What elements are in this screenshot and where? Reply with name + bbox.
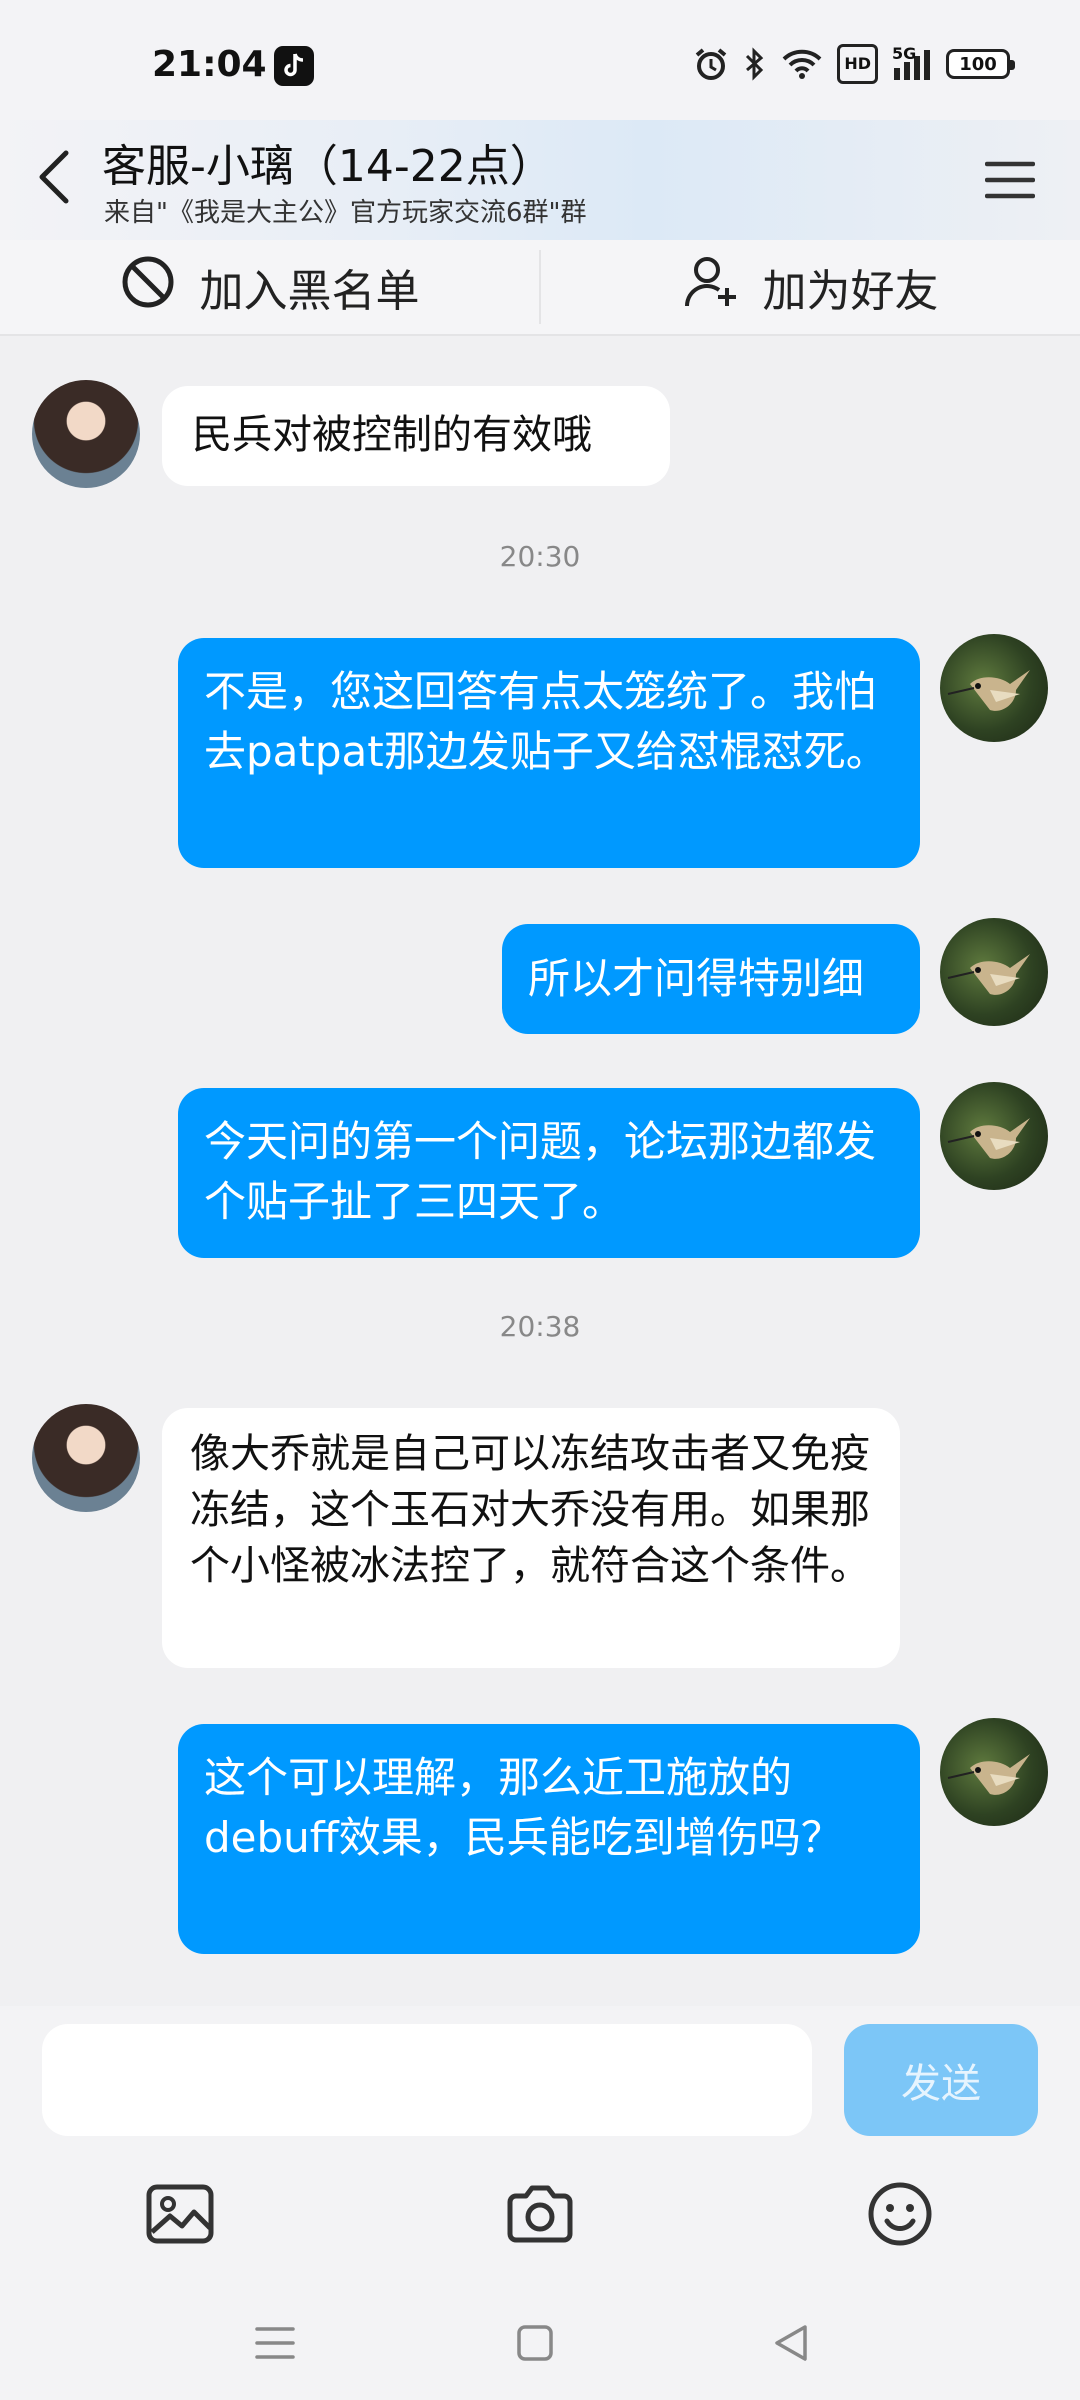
- avatar[interactable]: [940, 918, 1048, 1026]
- image-button[interactable]: [130, 2164, 230, 2264]
- system-navigation-bar: [0, 2286, 1080, 2400]
- add-friend-button[interactable]: 加为好友: [541, 240, 1080, 334]
- avatar[interactable]: [32, 380, 140, 488]
- composer-toolbar: [0, 2164, 1080, 2264]
- triangle-back-icon: [775, 2325, 807, 2361]
- hummingbird-icon: [947, 670, 1030, 711]
- bluetooth-icon: [743, 44, 767, 84]
- action-bar: 加入黑名单 加为好友: [0, 240, 1080, 336]
- chevron-left-icon: [39, 150, 69, 204]
- menu-button[interactable]: [980, 150, 1040, 210]
- smiley-icon: [868, 2182, 932, 2246]
- image-icon: [146, 2184, 214, 2244]
- chat-history[interactable]: 民兵对被控制的有效哦 20:30 不是，您这回答有点太笼统了。我怕去patpat…: [0, 336, 1080, 2006]
- chat-header: 客服-小璃（14-22点） 来自"《我是大主公》官方玩家交流6群"群: [0, 120, 1080, 240]
- tiktok-icon: [274, 46, 314, 86]
- recent-apps-button[interactable]: [240, 2308, 310, 2378]
- message-bubble-outgoing: 不是，您这回答有点太笼统了。我怕去patpat那边发贴子又给怼棍怼死。: [178, 638, 920, 868]
- chat-title: 客服-小璃（14-22点）: [102, 141, 554, 192]
- hd-icon: HD: [837, 44, 878, 84]
- network-label: 5G: [892, 44, 917, 63]
- message-bubble-incoming: 民兵对被控制的有效哦: [162, 386, 670, 486]
- message-bubble-outgoing: 这个可以理解，那么近卫施放的debuff效果，民兵能吃到增伤吗？: [178, 1724, 920, 1954]
- hamburger-menu-icon: [985, 161, 1035, 199]
- menu-lines-icon: [255, 2327, 295, 2359]
- block-label: 加入黑名单: [199, 266, 420, 317]
- emoji-button[interactable]: [850, 2164, 950, 2264]
- hummingbird-icon: [947, 954, 1030, 995]
- block-icon: [120, 254, 176, 321]
- camera-icon: [507, 2185, 573, 2243]
- camera-button[interactable]: [490, 2164, 590, 2264]
- message-input[interactable]: [42, 2024, 812, 2136]
- add-user-icon: [683, 254, 739, 321]
- avatar[interactable]: [32, 1404, 140, 1512]
- message-bubble-outgoing: 今天问的第一个问题，论坛那边都发个贴子扯了三四天了。: [178, 1088, 920, 1258]
- composer: 发送: [0, 2006, 1080, 2286]
- home-button[interactable]: [500, 2308, 570, 2378]
- send-button[interactable]: 发送: [844, 2024, 1038, 2136]
- block-button[interactable]: 加入黑名单: [0, 240, 539, 334]
- status-time: 21:04: [152, 44, 267, 85]
- timestamp: 20:30: [499, 540, 581, 573]
- add-friend-label: 加为好友: [762, 266, 939, 317]
- back-button[interactable]: [34, 142, 82, 212]
- avatar[interactable]: [940, 1718, 1048, 1826]
- hummingbird-icon: [947, 1754, 1030, 1795]
- status-icons: HD 5G 100: [693, 44, 1015, 84]
- hummingbird-icon: [947, 1118, 1030, 1159]
- signal-5g-icon: 5G: [892, 44, 932, 84]
- back-nav-button[interactable]: [756, 2308, 826, 2378]
- status-bar: 21:04 HD 5G 100: [0, 0, 1080, 120]
- battery-icon: 100: [946, 44, 1015, 84]
- avatar[interactable]: [940, 634, 1048, 742]
- avatar[interactable]: [940, 1082, 1048, 1190]
- wifi-icon: [781, 44, 823, 84]
- battery-level: 100: [946, 49, 1015, 79]
- square-icon: [517, 2325, 553, 2361]
- message-bubble-incoming: 像大乔就是自己可以冻结攻击者又免疫冻结，这个玉石对大乔没有用。如果那个小怪被冰法…: [162, 1408, 900, 1668]
- timestamp: 20:38: [499, 1310, 581, 1343]
- chat-subtitle: 来自"《我是大主公》官方玩家交流6群"群: [104, 198, 587, 228]
- alarm-icon: [693, 44, 729, 84]
- message-bubble-outgoing: 所以才问得特别细: [502, 924, 920, 1034]
